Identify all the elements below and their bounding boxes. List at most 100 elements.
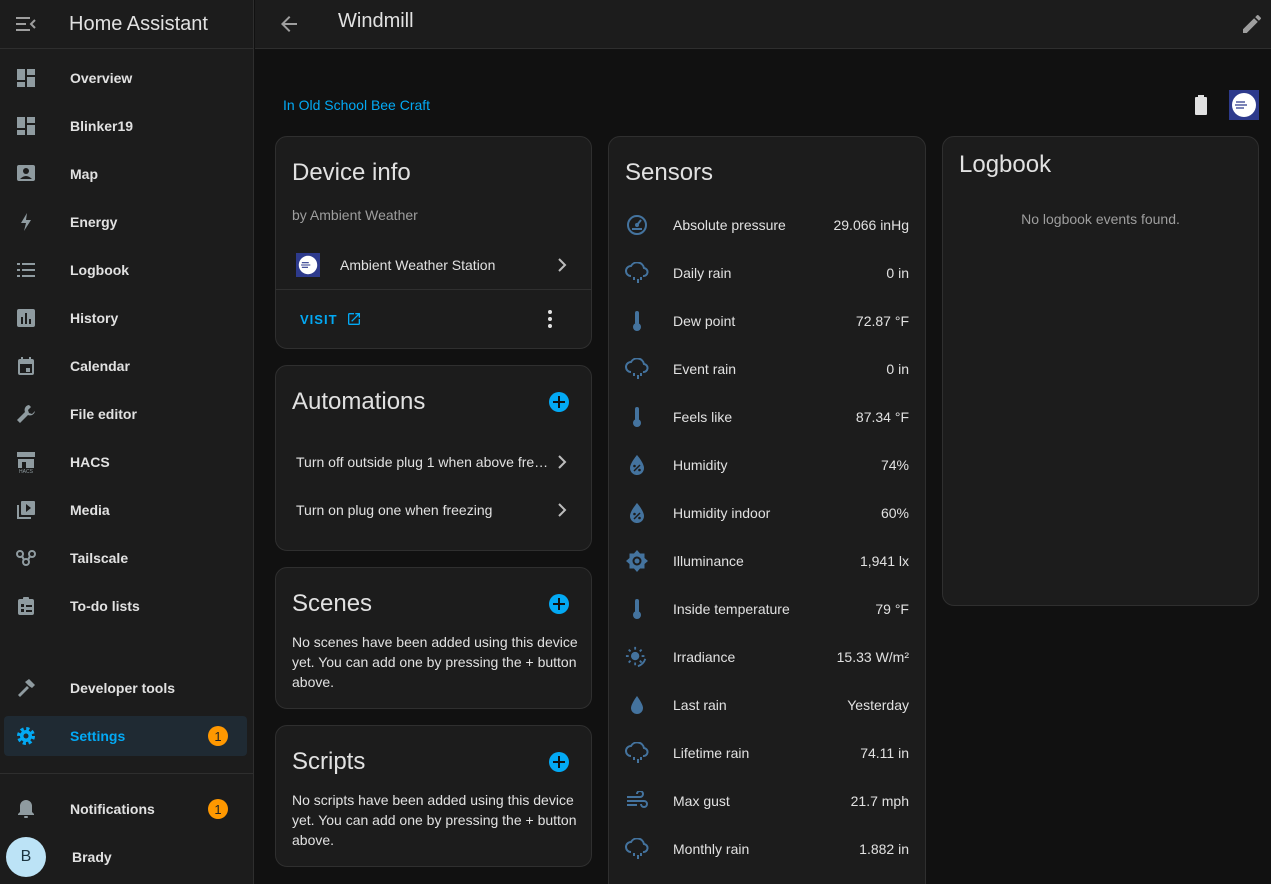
area-link[interactable]: In Old School Bee Craft [283, 97, 430, 113]
sidebar-item-map[interactable]: Map [4, 154, 247, 194]
sensor-value: Yesterday [847, 697, 909, 713]
sidebar-item-overview[interactable]: Overview [4, 58, 247, 98]
edit-button[interactable] [1240, 12, 1264, 41]
calendar-icon [4, 356, 48, 376]
sidebar-item-label: Blinker19 [70, 118, 134, 134]
sidebar-item-user[interactable]: B Brady [4, 837, 247, 877]
top-bar: Windmill [255, 0, 1271, 49]
sidebar-divider [0, 773, 253, 774]
sensor-value: 29.066 inHg [833, 217, 909, 233]
more-options-button[interactable] [540, 309, 560, 329]
sensors-title: Sensors [625, 159, 714, 186]
device-info-card: Device info by Ambient Weather Ambient W… [275, 136, 592, 349]
sensor-row[interactable]: Last rain Yesterday [609, 681, 925, 729]
sidebar-item-settings[interactable]: Settings 1 [4, 716, 247, 756]
sidebar-header: Home Assistant [0, 0, 253, 49]
sidebar-item-history[interactable]: History [4, 298, 247, 338]
add-script-button[interactable] [549, 752, 569, 772]
sidebar-item-label: Logbook [70, 262, 130, 278]
user-name: Brady [72, 849, 112, 865]
hacs-icon: HACS [4, 451, 48, 473]
sensor-row[interactable]: Irradiance 15.33 W/m² [609, 633, 925, 681]
sidebar-item-notifications[interactable]: Notifications 1 [4, 789, 247, 829]
sensor-row[interactable]: Illuminance 1,941 lx [609, 537, 925, 585]
sensor-row[interactable]: Daily rain 0 in [609, 249, 925, 297]
device-info-title: Device info [292, 159, 411, 186]
sensor-value: 0 in [886, 361, 909, 377]
bell-icon [4, 798, 48, 820]
add-automation-button[interactable] [549, 392, 569, 412]
sensor-value: 15.33 W/m² [836, 649, 909, 665]
rain-icon [625, 838, 649, 860]
sensor-name: Inside temperature [673, 601, 790, 617]
sidebar-item-energy[interactable]: Energy [4, 202, 247, 242]
plus-icon [553, 756, 565, 768]
visit-button[interactable]: VISIT [300, 311, 362, 327]
sidebar-item-calendar[interactable]: Calendar [4, 346, 247, 386]
sidebar-item-label: HACS [70, 454, 110, 470]
sensor-name: Irradiance [673, 649, 736, 665]
sensor-name: Monthly rain [673, 841, 750, 857]
sensor-row[interactable]: Lifetime rain 74.11 in [609, 729, 925, 777]
sidebar-item-hacs[interactable]: HACS HACS [4, 442, 247, 482]
sensor-name: Feels like [673, 409, 733, 425]
sidebar-item-tailscale[interactable]: Tailscale [4, 538, 247, 578]
sensor-row[interactable]: Humidity 74% [609, 441, 925, 489]
sidebar-item-blinker19[interactable]: Blinker19 [4, 106, 247, 146]
add-scene-button[interactable] [549, 594, 569, 614]
avatar: B [6, 837, 46, 877]
sensor-row[interactable]: Event rain 0 in [609, 345, 925, 393]
sidebar-item-todo-lists[interactable]: To-do lists [4, 586, 247, 626]
sensor-row[interactable]: Monthly rain 1.882 in [609, 825, 925, 873]
scenes-card: Scenes No scenes have been added using t… [275, 567, 592, 709]
visit-label: VISIT [300, 311, 338, 327]
ambient-weather-logo-icon [298, 255, 318, 275]
dots-vertical-icon [548, 310, 552, 328]
sensor-row[interactable]: Max gust 21.7 mph [609, 777, 925, 825]
sensor-row[interactable]: Humidity indoor 60% [609, 489, 925, 537]
chart-icon [4, 308, 48, 328]
menu-toggle-button[interactable] [0, 0, 52, 49]
brightness-icon [625, 549, 649, 573]
sidebar-item-label: Energy [70, 214, 118, 230]
sensor-name: Daily rain [673, 265, 732, 281]
app-title: Home Assistant [69, 12, 208, 35]
notifications-badge: 1 [208, 799, 228, 819]
logbook-empty-text: No logbook events found. [1021, 211, 1180, 227]
open-in-new-icon [347, 313, 360, 325]
sensor-row[interactable]: Absolute pressure 29.066 inHg [609, 201, 925, 249]
manufacturer-text: by Ambient Weather [292, 207, 418, 223]
back-button[interactable] [277, 12, 301, 41]
sensor-row[interactable]: Inside temperature 79 °F [609, 585, 925, 633]
sidebar-item-file-editor[interactable]: File editor [4, 394, 247, 434]
humidity-icon [625, 454, 649, 476]
sensor-name: Event rain [673, 361, 737, 377]
sensor-name: Humidity indoor [673, 505, 771, 521]
sensor-name: Last rain [673, 697, 727, 713]
sidebar-item-logbook[interactable]: Logbook [4, 250, 247, 290]
sun-icon [625, 645, 649, 669]
sidebar-item-developer-tools[interactable]: Developer tools [4, 668, 247, 708]
sensor-row[interactable]: Dew point 72.87 °F [609, 297, 925, 345]
sidebar-item-label: To-do lists [70, 598, 140, 614]
automation-item[interactable]: Turn off outside plug 1 when above fre… [276, 438, 591, 486]
sensor-value: 87.34 °F [855, 409, 909, 425]
battery-icon[interactable] [1193, 94, 1209, 121]
sidebar-item-media[interactable]: Media [4, 490, 247, 530]
sensors-card: Sensors Absolute pressure 29.066 inHg Dail… [608, 136, 926, 884]
sidebar-item-label: Settings [70, 728, 126, 744]
plus-icon [553, 598, 565, 610]
clipboard-icon [4, 596, 48, 616]
hammer-icon [4, 678, 48, 698]
automation-item[interactable]: Turn on plug one when freezing [276, 486, 591, 534]
page-title: Windmill [338, 10, 414, 32]
sensor-row[interactable]: Feels like 87.34 °F [609, 393, 925, 441]
scripts-title: Scripts [292, 748, 366, 775]
chevron-right-icon [558, 455, 567, 469]
rain-icon [625, 742, 649, 764]
device-row[interactable]: Ambient Weather Station [276, 241, 591, 289]
scenes-title: Scenes [292, 590, 373, 617]
sidebar-item-label: File editor [70, 406, 137, 422]
sensor-name: Humidity [673, 457, 728, 473]
sensor-value: 74% [880, 457, 909, 473]
